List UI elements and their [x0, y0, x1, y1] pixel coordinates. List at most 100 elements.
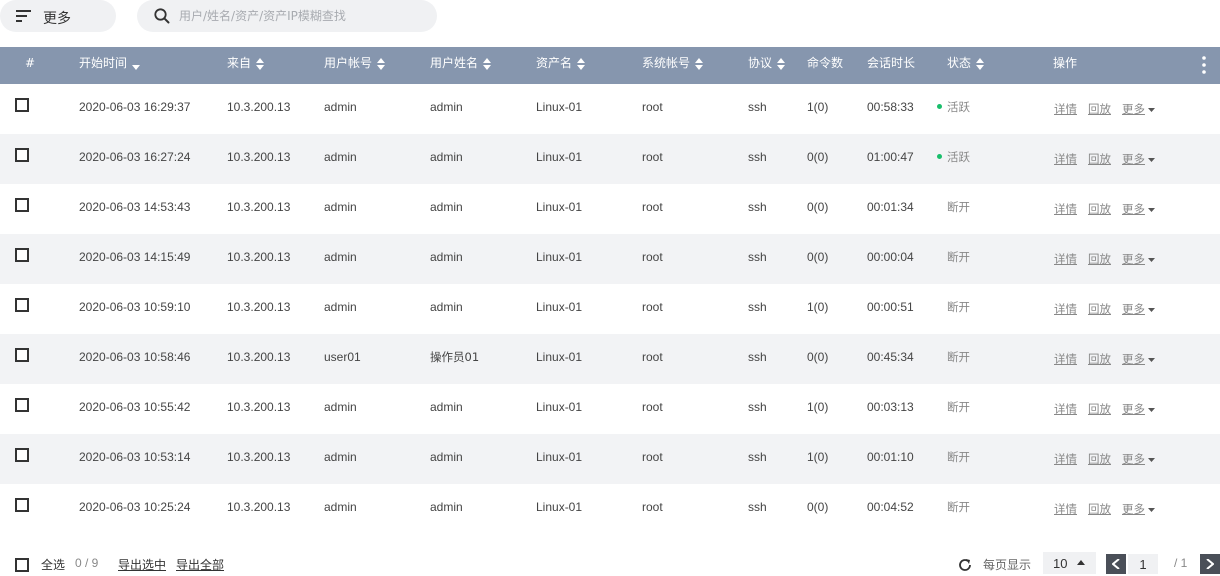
col-asset-name-header[interactable]: 资产名 [536, 47, 586, 84]
next-page-button[interactable] [1200, 554, 1220, 574]
search-input[interactable] [179, 6, 419, 26]
more-actions-link[interactable]: 更多 [1122, 384, 1155, 434]
detail-link[interactable]: 详情 [1054, 134, 1077, 184]
row-checkbox[interactable] [15, 498, 29, 512]
row-checkbox[interactable] [15, 248, 29, 262]
export-selected-link[interactable]: 导出选中 [118, 556, 166, 573]
row-checkbox[interactable] [15, 448, 29, 462]
caret-down-icon [1148, 507, 1155, 512]
more-actions-link[interactable]: 更多 [1122, 134, 1155, 184]
search-icon [154, 8, 170, 24]
detail-link-label: 详情 [1054, 102, 1077, 116]
replay-link[interactable]: 回放 [1088, 284, 1111, 334]
detail-link[interactable]: 详情 [1054, 184, 1077, 234]
cell-user-account: admin [324, 400, 357, 414]
replay-link[interactable]: 回放 [1088, 84, 1111, 134]
cell-user-account: admin [324, 150, 357, 164]
cell-user-name: admin [430, 450, 463, 464]
replay-link-label: 回放 [1088, 152, 1111, 166]
cell-asset-name: Linux-01 [536, 350, 583, 364]
caret-down-icon [1148, 207, 1155, 212]
col-user-name-header[interactable]: 用户姓名 [430, 47, 492, 84]
cell-source: 10.3.200.13 [227, 450, 291, 464]
replay-link[interactable]: 回放 [1088, 134, 1111, 184]
more-menu-button[interactable]: 更多 [0, 0, 116, 32]
chevron-left-icon [1112, 559, 1120, 569]
cell-user-account: admin [324, 450, 357, 464]
row-checkbox[interactable] [15, 348, 29, 362]
more-actions-link[interactable]: 更多 [1122, 334, 1155, 384]
detail-link[interactable]: 详情 [1054, 284, 1077, 334]
active-status-dot-icon [937, 154, 942, 159]
more-actions-link-label: 更多 [1122, 102, 1145, 116]
page-number-input[interactable] [1128, 554, 1158, 574]
detail-link[interactable]: 详情 [1054, 334, 1077, 384]
col-user-account-header[interactable]: 用户帐号 [324, 47, 386, 84]
cell-protocol: ssh [748, 450, 767, 464]
cell-command-count: 1(0) [807, 450, 829, 464]
col-status-header[interactable]: 状态 [947, 47, 985, 84]
sort-icon [976, 58, 985, 70]
row-checkbox[interactable] [15, 148, 29, 162]
cell-system-account: root [642, 200, 663, 214]
replay-link[interactable]: 回放 [1088, 434, 1111, 484]
row-checkbox[interactable] [15, 398, 29, 412]
col-protocol-header[interactable]: 协议 [748, 47, 786, 84]
detail-link[interactable]: 详情 [1054, 434, 1077, 484]
cell-start-time: 2020-06-03 14:53:43 [79, 200, 191, 214]
detail-link[interactable]: 详情 [1054, 84, 1077, 134]
more-actions-link-label: 更多 [1122, 202, 1145, 216]
replay-link[interactable]: 回放 [1088, 334, 1111, 384]
cell-command-count: 0(0) [807, 350, 829, 364]
cell-system-account: root [642, 500, 663, 514]
replay-link[interactable]: 回放 [1088, 484, 1111, 534]
cell-asset-name: Linux-01 [536, 250, 583, 264]
more-actions-link[interactable]: 更多 [1122, 434, 1155, 484]
cell-user-account: admin [324, 300, 357, 314]
detail-link[interactable]: 详情 [1054, 234, 1077, 284]
table-row: 2020-06-03 10:53:14 10.3.200.13 admin admin… [0, 434, 1220, 484]
session-table: # 开始时间 来自 用户帐号 用户姓名 资产名 系统帐号 协议 命令数 会话时长… [0, 47, 1220, 534]
more-actions-link[interactable]: 更多 [1122, 484, 1155, 534]
page-size-select[interactable]: 10 [1043, 552, 1096, 574]
detail-link-label: 详情 [1054, 452, 1077, 466]
table-row: 2020-06-03 10:55:42 10.3.200.13 admin admin… [0, 384, 1220, 434]
refresh-icon[interactable] [958, 558, 972, 572]
more-actions-link[interactable]: 更多 [1122, 284, 1155, 334]
sort-icon [695, 58, 704, 70]
more-actions-link-label: 更多 [1122, 402, 1145, 416]
row-checkbox[interactable] [15, 198, 29, 212]
detail-link-label: 详情 [1054, 302, 1077, 316]
cell-command-count: 0(0) [807, 200, 829, 214]
col-command-count-header: 命令数 [807, 56, 844, 70]
cell-asset-name: Linux-01 [536, 100, 583, 114]
more-menu-label: 更多 [43, 11, 71, 27]
cell-system-account: root [642, 250, 663, 264]
replay-link[interactable]: 回放 [1088, 184, 1111, 234]
sort-icon [577, 58, 586, 70]
detail-link-label: 详情 [1054, 202, 1077, 216]
sort-icon [483, 58, 492, 70]
cell-asset-name: Linux-01 [536, 400, 583, 414]
export-all-link[interactable]: 导出全部 [176, 556, 224, 573]
more-actions-link[interactable]: 更多 [1122, 184, 1155, 234]
col-system-account-header[interactable]: 系统帐号 [642, 47, 704, 84]
select-all-checkbox[interactable] [15, 558, 29, 572]
cell-status: 断开 [947, 434, 970, 484]
prev-page-button[interactable] [1106, 554, 1126, 574]
caret-down-icon [1148, 457, 1155, 462]
column-settings-kebab-icon[interactable] [1202, 56, 1206, 74]
detail-link[interactable]: 详情 [1054, 384, 1077, 434]
col-source-header[interactable]: 来自 [227, 47, 265, 84]
cell-protocol: ssh [748, 400, 767, 414]
replay-link[interactable]: 回放 [1088, 234, 1111, 284]
sort-icon [777, 58, 786, 70]
more-actions-link[interactable]: 更多 [1122, 84, 1155, 134]
col-start-time-header[interactable]: 开始时间 [79, 47, 141, 84]
cell-system-account: root [642, 150, 663, 164]
more-actions-link[interactable]: 更多 [1122, 234, 1155, 284]
row-checkbox[interactable] [15, 98, 29, 112]
detail-link[interactable]: 详情 [1054, 484, 1077, 534]
replay-link[interactable]: 回放 [1088, 384, 1111, 434]
row-checkbox[interactable] [15, 298, 29, 312]
